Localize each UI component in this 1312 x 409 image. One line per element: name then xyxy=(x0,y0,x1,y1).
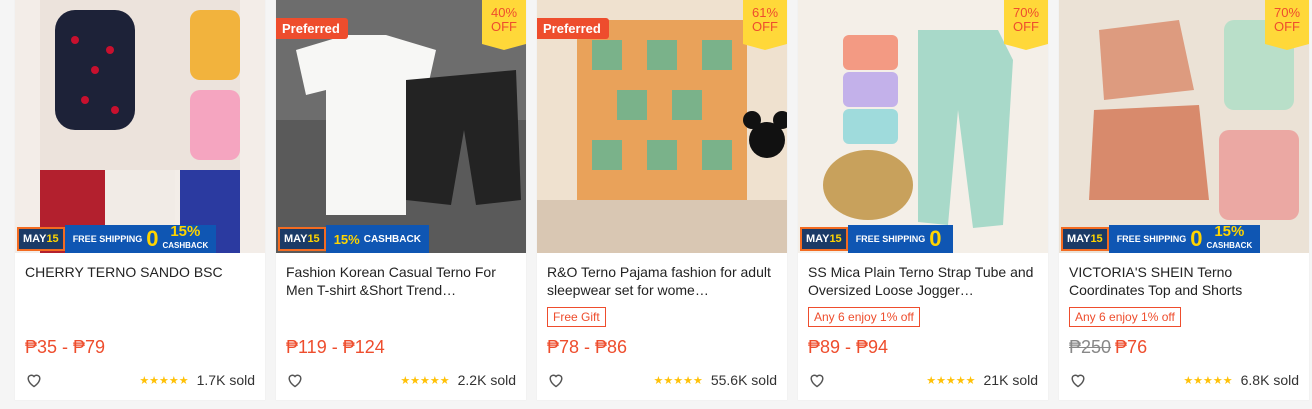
promo-tag: Free Gift xyxy=(547,307,606,327)
star-rating-icon: ★★★★★ xyxy=(653,374,703,387)
promo-free-shipping: FREE SHIPPING 0 xyxy=(847,225,954,253)
sold-count: 21K sold xyxy=(983,372,1038,388)
product-card[interactable]: 70% OFF MAY15 FREE SHIPPING 0 15% CASHBACK… xyxy=(1059,0,1309,400)
promo-banner: MAY15 FREE SHIPPING 0 15% CASHBACK xyxy=(1059,223,1261,253)
free-shipping-label: FREE SHIPPING xyxy=(72,233,143,244)
product-price: ₱250 ₱76 xyxy=(1069,337,1148,357)
heart-icon[interactable] xyxy=(1069,372,1087,388)
product-price: ₱89 - ₱94 xyxy=(808,337,889,357)
product-name[interactable]: R&O Terno Pajama fashion for adult sleep… xyxy=(547,263,777,299)
heart-icon[interactable] xyxy=(286,372,304,388)
sold-count: 2.2K sold xyxy=(457,372,516,388)
discount-badge: 70% OFF xyxy=(1004,0,1048,50)
product-rating: ★★★★★ 55.6K sold xyxy=(654,372,777,388)
free-shipping-zero: 0 xyxy=(146,226,159,251)
heart-icon[interactable] xyxy=(808,372,826,388)
discount-badge: 40% OFF xyxy=(482,0,526,50)
product-rating: ★★★★★ 6.8K sold xyxy=(1183,372,1299,388)
promo-cashback: 15% CASHBACK xyxy=(325,225,429,253)
product-footer: ★★★★★ 2.2K sold xyxy=(286,372,516,388)
promo-tag: Any 6 enjoy 1% off xyxy=(808,307,920,327)
promo-date-badge: MAY15 xyxy=(278,227,326,251)
product-name[interactable]: VICTORIA'S SHEIN Terno Coordinates Top a… xyxy=(1069,263,1299,299)
promo-banner: MAY15 15% CASHBACK xyxy=(276,225,429,253)
original-price: ₱250 xyxy=(1069,337,1112,357)
product-rating: ★★★★★ 2.2K sold xyxy=(400,372,516,388)
product-card[interactable]: Preferred 40% OFF MAY15 15% CASHBACK Fash… xyxy=(276,0,526,400)
product-name[interactable]: SS Mica Plain Terno Strap Tube and Overs… xyxy=(808,263,1038,299)
product-image[interactable]: 70% OFF MAY15 FREE SHIPPING 0 15% CASHBACK xyxy=(1059,0,1309,253)
promo-date-badge: MAY15 xyxy=(800,227,848,251)
product-image[interactable]: Preferred 61% OFF xyxy=(537,0,787,253)
cashback-percent: 15% xyxy=(333,231,360,247)
cashback-badge: 15% CASHBACK xyxy=(1206,223,1253,250)
promo-banner: MAY15 FREE SHIPPING 0 15% CASHBACK xyxy=(15,223,217,253)
product-image[interactable]: MAY15 FREE SHIPPING 0 15% CASHBACK xyxy=(15,0,265,253)
promo-free-shipping: FREE SHIPPING 0 15% CASHBACK xyxy=(64,223,217,253)
product-name[interactable]: CHERRY TERNO SANDO BSC xyxy=(25,263,255,299)
product-grid: MAY15 FREE SHIPPING 0 15% CASHBACK CHERRY… xyxy=(15,0,1309,400)
heart-icon[interactable] xyxy=(25,372,43,388)
preferred-badge: Preferred xyxy=(276,18,348,39)
free-shipping-label: FREE SHIPPING xyxy=(855,233,926,244)
product-price: ₱78 - ₱86 xyxy=(547,337,628,357)
product-footer: ★★★★★ 6.8K sold xyxy=(1069,372,1299,388)
star-rating-icon: ★★★★★ xyxy=(400,374,450,387)
star-rating-icon: ★★★★★ xyxy=(926,374,976,387)
product-price: ₱35 - ₱79 xyxy=(25,337,106,357)
product-card[interactable]: 70% OFF MAY15 FREE SHIPPING 0 SS Mica Pla… xyxy=(798,0,1048,400)
product-image[interactable]: Preferred 40% OFF MAY15 15% CASHBACK xyxy=(276,0,526,253)
promo-date-badge: MAY15 xyxy=(1061,227,1109,251)
promo-banner: MAY15 FREE SHIPPING 0 xyxy=(798,225,954,253)
discount-badge: 70% OFF xyxy=(1265,0,1309,50)
promo-free-shipping: FREE SHIPPING 0 15% CASHBACK xyxy=(1108,223,1261,253)
star-rating-icon: ★★★★★ xyxy=(1183,374,1233,387)
cashback-label: CASHBACK xyxy=(363,233,421,245)
product-card[interactable]: MAY15 FREE SHIPPING 0 15% CASHBACK CHERRY… xyxy=(15,0,265,400)
product-name[interactable]: Fashion Korean Casual Terno For Men T-sh… xyxy=(286,263,516,299)
free-shipping-zero: 0 xyxy=(929,226,942,251)
product-footer: ★★★★★ 1.7K sold xyxy=(25,372,255,388)
free-shipping-label: FREE SHIPPING xyxy=(1116,233,1187,244)
product-rating: ★★★★★ 1.7K sold xyxy=(139,372,255,388)
product-card[interactable]: Preferred 61% OFF R&O Terno Pajama fashio… xyxy=(537,0,787,400)
promo-date-badge: MAY15 xyxy=(17,227,65,251)
sold-count: 6.8K sold xyxy=(1240,372,1299,388)
free-shipping-zero: 0 xyxy=(1190,226,1203,251)
product-rating: ★★★★★ 21K sold xyxy=(926,372,1038,388)
discount-badge: 61% OFF xyxy=(743,0,787,50)
product-footer: ★★★★★ 21K sold xyxy=(808,372,1038,388)
sold-count: 1.7K sold xyxy=(196,372,255,388)
cashback-badge: 15% CASHBACK xyxy=(162,223,209,250)
promo-tag: Any 6 enjoy 1% off xyxy=(1069,307,1181,327)
product-price: ₱119 - ₱124 xyxy=(286,337,385,357)
sold-count: 55.6K sold xyxy=(710,372,777,388)
heart-icon[interactable] xyxy=(547,372,565,388)
preferred-badge: Preferred xyxy=(537,18,609,39)
product-footer: ★★★★★ 55.6K sold xyxy=(547,372,777,388)
product-photo xyxy=(15,0,265,253)
product-image[interactable]: 70% OFF MAY15 FREE SHIPPING 0 xyxy=(798,0,1048,253)
star-rating-icon: ★★★★★ xyxy=(139,374,189,387)
